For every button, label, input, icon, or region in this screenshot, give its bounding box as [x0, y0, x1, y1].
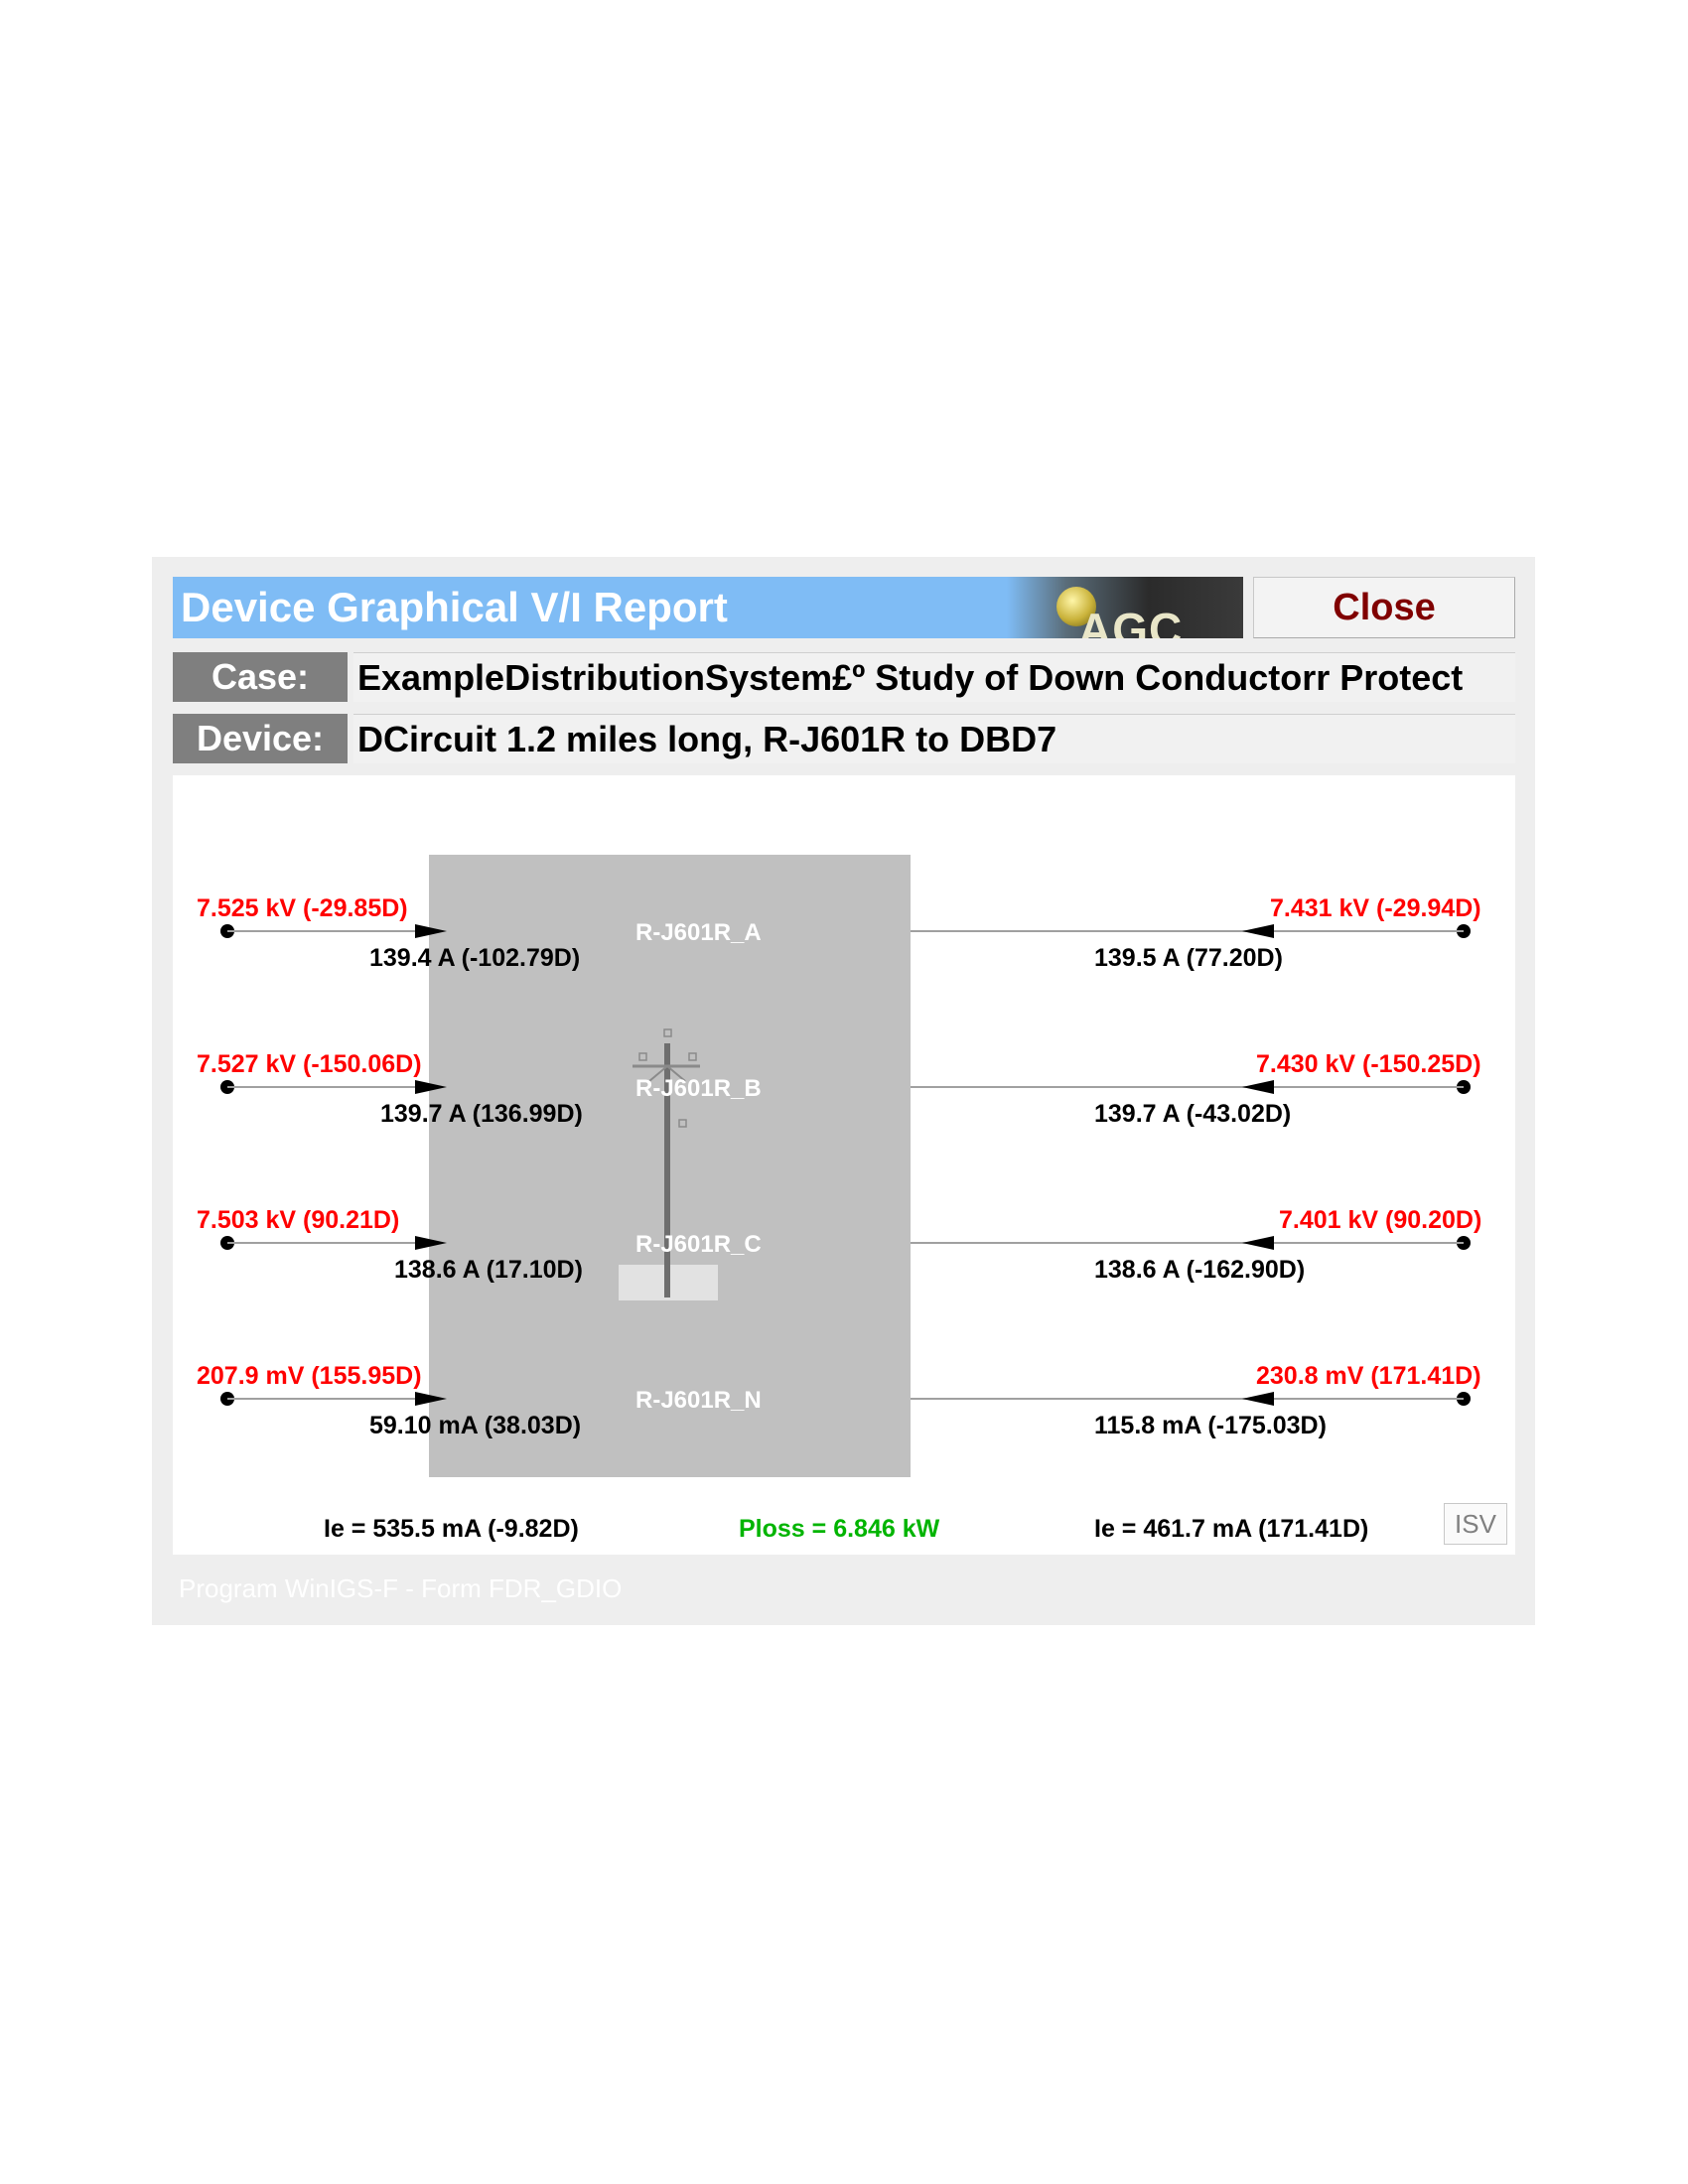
right-bus-label: DBD7_C	[951, 1231, 1048, 1258]
close-button[interactable]: Close	[1253, 577, 1515, 638]
left-voltage: 207.9 mV (155.95D)	[197, 1362, 422, 1390]
left-current: 139.7 A (136.99D)	[380, 1100, 583, 1128]
current-arrow-right-icon	[415, 924, 447, 938]
left-current: 139.4 A (-102.79D)	[369, 944, 581, 972]
right-current: 139.7 A (-43.02D)	[1094, 1100, 1292, 1128]
left-voltage: 7.527 kV (-150.06D)	[197, 1050, 422, 1078]
current-arrow-right-icon	[415, 1392, 447, 1406]
title-bar: Device Graphical V/I Report AGC	[173, 577, 1243, 638]
right-voltage: 7.430 kV (-150.25D)	[1256, 1050, 1481, 1078]
device-value: DCircuit 1.2 miles long, R-J601R to DBD7	[353, 714, 1515, 763]
device-label: Device:	[173, 714, 348, 763]
left-conductor-line	[227, 1398, 429, 1400]
right-conductor-line	[911, 930, 1464, 932]
right-current: 138.6 A (-162.90D)	[1094, 1256, 1306, 1284]
left-voltage: 7.503 kV (90.21D)	[197, 1206, 400, 1234]
case-value: ExampleDistributionSystem£º Study of Dow…	[353, 652, 1515, 702]
left-bus-label: R-J601R_N	[635, 1387, 762, 1414]
current-arrow-left-icon	[1242, 924, 1274, 938]
left-conductor-line	[227, 1086, 429, 1088]
ie-right-value: Ie = 461.7 mA (171.41D)	[1094, 1515, 1369, 1543]
current-arrow-left-icon	[1242, 1392, 1274, 1406]
left-voltage: 7.525 kV (-29.85D)	[197, 894, 408, 922]
right-voltage: 7.401 kV (90.20D)	[1279, 1206, 1482, 1234]
right-conductor-line	[911, 1398, 1464, 1400]
case-label: Case:	[173, 652, 348, 702]
agc-logo: AGC	[1007, 577, 1243, 638]
right-bus-label: DBD7_A	[951, 919, 1048, 946]
right-bus-label: DBD7_N	[951, 1387, 1048, 1414]
right-current: 139.5 A (77.20D)	[1094, 944, 1283, 972]
right-conductor-line	[911, 1086, 1464, 1088]
isv-button[interactable]: ISV	[1444, 1503, 1507, 1545]
current-arrow-right-icon	[415, 1080, 447, 1094]
ie-left-value: Ie = 535.5 mA (-9.82D)	[324, 1515, 579, 1543]
current-arrow-left-icon	[1242, 1236, 1274, 1250]
right-bus-label: DBD7_B	[951, 1075, 1048, 1102]
current-arrow-right-icon	[415, 1236, 447, 1250]
right-voltage: 230.8 mV (171.41D)	[1256, 1362, 1481, 1390]
status-text: Program WinIGS-F - Form FDR_GDIO	[179, 1573, 623, 1603]
left-conductor-line	[227, 930, 429, 932]
left-bus-label: R-J601R_C	[635, 1231, 762, 1258]
ploss-value: Ploss = 6.846 kW	[739, 1515, 940, 1543]
left-conductor-line	[227, 1242, 429, 1244]
left-current: 138.6 A (17.10D)	[394, 1256, 583, 1284]
current-arrow-left-icon	[1242, 1080, 1274, 1094]
left-current: 59.10 mA (38.03D)	[369, 1412, 582, 1439]
right-voltage: 7.431 kV (-29.94D)	[1270, 894, 1481, 922]
left-bus-label: R-J601R_B	[635, 1075, 762, 1102]
left-bus-label: R-J601R_A	[635, 919, 762, 946]
window-title: Device Graphical V/I Report	[181, 584, 728, 630]
right-conductor-line	[911, 1242, 1464, 1244]
right-current: 115.8 mA (-175.03D)	[1094, 1412, 1327, 1439]
logo-text: AGC	[1078, 604, 1184, 638]
